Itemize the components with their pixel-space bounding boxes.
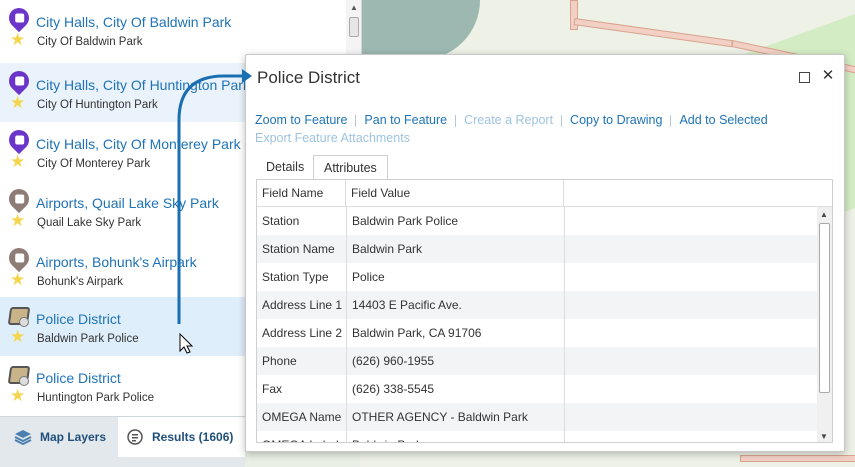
list-item-subtitle: Bohunk's Airpark [37, 276, 123, 288]
scroll-up-arrow-icon[interactable]: ▲ [820, 210, 828, 219]
list-item-title[interactable]: City Halls, City Of Huntington Park [36, 77, 250, 93]
table-row: Phone (626) 960-1955 [257, 347, 819, 375]
zoom-to-feature-link[interactable]: Zoom to Feature [255, 111, 347, 129]
purple-pin-icon [4, 3, 34, 33]
tab-results[interactable]: Results (1606) [118, 417, 245, 457]
divider [670, 114, 672, 127]
table-row: Station Name Baldwin Park [257, 235, 819, 263]
field-name-cell: Address Line 2 [262, 326, 343, 340]
action-links: Zoom to Feature Pan to Feature Create a Re… [255, 111, 815, 147]
results-list-icon [126, 428, 144, 446]
scroll-down-arrow-icon[interactable]: ▼ [820, 432, 828, 441]
layers-icon [14, 428, 32, 446]
pan-to-feature-link[interactable]: Pan to Feature [364, 111, 447, 129]
tab-map-layers[interactable]: Map Layers [14, 417, 106, 457]
scrollbar-thumb[interactable] [819, 223, 830, 393]
field-value-cell: OTHER AGENCY - Baldwin Park [352, 410, 528, 424]
attributes-table: Field Name Field Value Station Baldwin P… [256, 179, 833, 443]
field-value-cell: Baldwin Park, CA 91706 [352, 326, 482, 340]
list-item-title[interactable]: Police District [36, 370, 121, 386]
list-item-subtitle: City Of Monterey Park [37, 158, 151, 170]
create-report-link[interactable]: Create a Report [464, 111, 553, 129]
table-row: Station Baldwin Park Police [257, 207, 819, 235]
tab-map-layers-label: Map Layers [40, 430, 107, 444]
scroll-up-arrow-icon[interactable]: ▲ [350, 3, 358, 12]
close-icon[interactable]: ✕ [821, 68, 835, 83]
column-divider [346, 207, 347, 442]
table-row: OMEGA Label Baldwin Park [257, 431, 819, 442]
maximize-button[interactable] [799, 72, 810, 83]
tab-results-label: Results (1606) [152, 430, 234, 444]
field-value-cell: Baldwin Park [347, 431, 422, 442]
list-item-subtitle: Baldwin Park Police [37, 333, 139, 345]
field-name-cell: OMEGA Name [262, 410, 342, 424]
table-row: OMEGA Name OTHER AGENCY - Baldwin Park [257, 403, 819, 431]
table-row: Address Line 2 Baldwin Park, CA 91706 [257, 319, 819, 347]
list-item-title[interactable]: Airports, Quail Lake Sky Park [36, 195, 219, 211]
table-row: Station Type Police [257, 263, 819, 291]
list-item-subtitle: City Of Baldwin Park [37, 36, 143, 48]
favorite-star-icon[interactable]: ★ [10, 328, 25, 345]
purple-pin-icon [4, 125, 34, 155]
list-item-subtitle: City Of Huntington Park [37, 99, 158, 111]
field-name-cell: Fax [262, 382, 283, 396]
divider [561, 114, 563, 127]
airport-pin-icon [4, 243, 34, 273]
favorite-star-icon[interactable]: ★ [10, 94, 25, 111]
list-item[interactable]: ★ City Halls, City Of Baldwin Park City … [0, 0, 346, 59]
scrollbar-thumb[interactable] [349, 17, 359, 37]
tab-details[interactable]: Details [256, 155, 314, 179]
favorite-star-icon[interactable]: ★ [10, 271, 25, 288]
field-name-cell: Station Type [262, 270, 329, 284]
field-name-cell: Station [262, 214, 300, 228]
field-value-cell: (626) 338-5545 [352, 382, 435, 396]
divider [355, 114, 357, 127]
table-header: Field Name Field Value [257, 180, 832, 207]
column-header-field-name[interactable]: Field Name [257, 180, 346, 207]
add-to-selected-link[interactable]: Add to Selected [679, 111, 767, 129]
airport-pin-icon [4, 184, 34, 214]
export-attachments-link[interactable]: Export Feature Attachments [255, 129, 410, 147]
field-value-cell: 14403 E Pacific Ave. [352, 298, 462, 312]
field-value-cell: Police [352, 270, 385, 284]
favorite-star-icon[interactable]: ★ [10, 153, 25, 170]
favorite-star-icon[interactable]: ★ [10, 387, 25, 404]
field-name-cell: Station Name [262, 242, 335, 256]
field-name-cell: Address Line 1 [262, 298, 343, 312]
field-name-cell: Phone [262, 354, 297, 368]
purple-pin-icon [4, 66, 34, 96]
field-name-cell: OMEGA Label [257, 431, 339, 442]
polygon-icon [7, 303, 31, 329]
list-item-title[interactable]: Police District [36, 311, 121, 327]
map-road [740, 455, 855, 462]
favorite-star-icon[interactable]: ★ [10, 212, 25, 229]
bottom-tab-bar: Map Layers Results (1606) [0, 416, 245, 467]
copy-to-drawing-link[interactable]: Copy to Drawing [570, 111, 662, 129]
table-row: Address Line 1 14403 E Pacific Ave. [257, 291, 819, 319]
feature-details-panel: Police District ✕ Zoom to Feature Pan to … [245, 54, 845, 452]
favorite-star-icon[interactable]: ★ [10, 31, 25, 48]
tab-attributes[interactable]: Attributes [313, 155, 388, 180]
panel-title: Police District [257, 68, 360, 87]
list-item-title[interactable]: Airports, Bohunk's Airpark [36, 254, 197, 270]
list-item-title[interactable]: City Halls, City Of Baldwin Park [36, 14, 231, 30]
column-divider [564, 207, 565, 442]
column-header-field-value[interactable]: Field Value [346, 180, 564, 207]
table-row: Fax (626) 338-5545 [257, 375, 819, 403]
polygon-icon [7, 362, 31, 388]
table-scrollbar[interactable]: ▲ ▼ [817, 207, 832, 442]
list-item-subtitle: Huntington Park Police [37, 392, 154, 404]
field-value-cell: Baldwin Park Police [352, 214, 459, 228]
field-value-cell: (626) 960-1955 [352, 354, 435, 368]
divider [455, 114, 457, 127]
field-value-cell: Baldwin Park [352, 242, 423, 256]
list-item-subtitle: Quail Lake Sky Park [37, 217, 142, 229]
list-item-title[interactable]: City Halls, City Of Monterey Park [36, 136, 241, 152]
